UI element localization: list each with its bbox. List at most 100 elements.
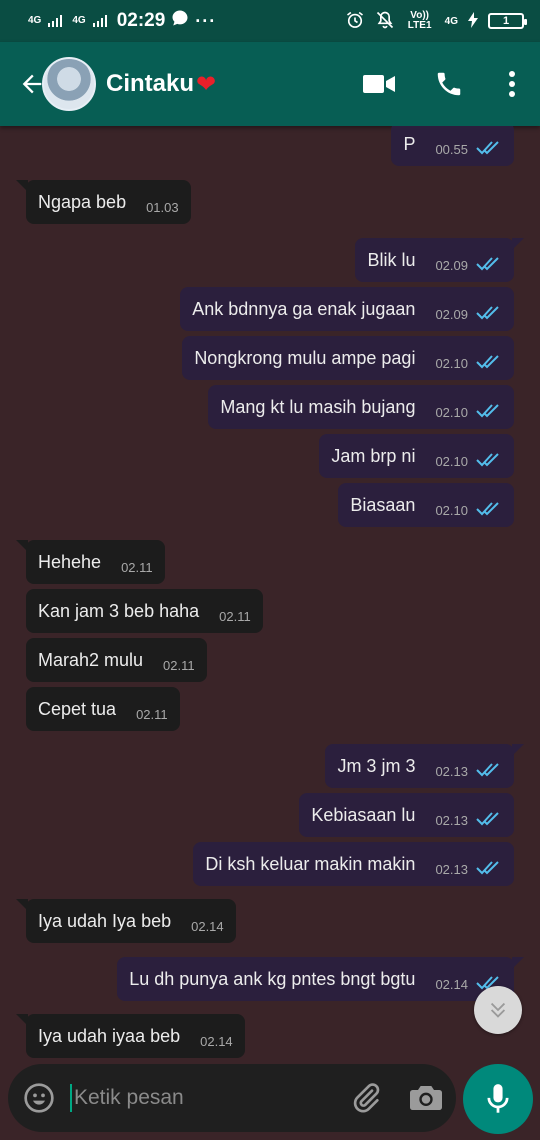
message-bubble-outgoing[interactable]: Biasaan 02.10 [338,483,514,527]
status-bar: 4G 4G 02:29 ··· Vo)) LTE1 4G 1 [0,0,540,42]
message-bubble-incoming[interactable]: Ngapa beb 01.03 [16,180,191,224]
camera-button[interactable] [396,1064,456,1132]
message-time: 02.09 [435,257,468,273]
read-ticks-icon [476,502,502,516]
message-input[interactable] [74,1086,314,1110]
message-bubble-outgoing[interactable]: Kebiasaan lu 02.13 [299,793,514,837]
status-time: 02:29 [116,10,166,31]
message-time: 02.10 [435,502,468,518]
read-ticks-icon [476,355,502,369]
read-ticks-icon [476,306,502,320]
message-bubble-outgoing[interactable]: Ank bdnnya ga enak jugaan 02.09 [180,287,514,331]
message-bubble-incoming[interactable]: Kan jam 3 beb haha 02.11 [26,589,263,633]
message-text: Marah2 mulu [38,649,144,670]
alarm-icon [345,10,365,33]
message-text: Mang kt lu masih bujang [220,396,416,417]
read-ticks-icon [476,861,502,875]
message-text: Nongkrong mulu ampe pagi [194,347,416,368]
video-camera-icon [363,75,395,93]
message-bubble-outgoing[interactable]: Jam brp ni 02.10 [319,434,514,478]
network-type-1: 4G [28,15,42,26]
contact-title[interactable]: Cintaku ❤ [106,70,216,99]
message-bubble-outgoing[interactable]: Jm 3 jm 3 02.13 [325,744,524,788]
phone-icon [437,72,461,96]
avatar[interactable] [42,57,96,111]
message-text: Kebiasaan lu [311,804,416,825]
message-text: Lu dh punya ank kg pntes bngt bgtu [129,968,416,989]
message-bubble-incoming[interactable]: Iya udah Iya beb 02.14 [16,899,236,943]
message-bubble-outgoing[interactable]: P 00.55 [391,126,514,166]
contact-name: Cintaku [106,70,195,97]
read-ticks-icon [476,763,502,777]
read-ticks-icon [476,812,502,826]
message-time: 02.14 [191,918,224,934]
message-text: Di ksh keluar makin makin [205,853,416,874]
message-text: P [403,133,416,154]
message-text: Jm 3 jm 3 [337,755,416,776]
message-text: Ank bdnnya ga enak jugaan [192,298,416,319]
chat-notification-icon [171,9,189,33]
message-time: 02.11 [121,559,153,575]
microphone-icon [487,1084,509,1113]
message-text: Iya udah iyaa beb [38,1025,181,1046]
charging-icon [468,11,478,31]
message-text: Iya udah Iya beb [38,910,172,931]
attach-button[interactable] [336,1064,396,1132]
message-time: 02.13 [435,861,468,877]
paperclip-icon [353,1083,380,1113]
message-time: 01.03 [146,199,179,215]
volte-indicator: Vo)) LTE1 [407,10,432,31]
message-bubble-outgoing[interactable]: Lu dh punya ank kg pntes bngt bgtu 02.14 [117,957,524,1001]
message-composer [8,1064,456,1132]
message-bubble-incoming[interactable]: Cepet tua 02.11 [26,687,180,731]
read-ticks-icon [476,453,502,467]
chat-header: Cintaku ❤ [0,42,540,126]
camera-icon [410,1086,442,1110]
message-bubble-outgoing[interactable]: Di ksh keluar makin makin 02.13 [193,842,514,886]
message-time: 02.13 [435,763,468,779]
double-chevron-down-icon [490,1002,506,1018]
message-time: 02.14 [435,976,468,992]
signal-icon [48,15,63,27]
emoji-button[interactable] [8,1064,70,1132]
message-text: Hehehe [38,551,102,572]
message-time: 02.10 [435,453,468,469]
message-list[interactable]: P 00.55 Ngapa beb 01.03 Blik lu 02.09 An… [0,126,540,1064]
voice-record-button[interactable] [463,1064,533,1134]
back-button[interactable] [0,42,46,126]
message-text: Kan jam 3 beb haha [38,600,200,621]
message-text: Cepet tua [38,698,117,719]
read-ticks-icon [476,257,502,271]
heart-emoji: ❤ [196,70,217,98]
message-time: 02.10 [435,404,468,420]
signal-icon-2 [92,15,107,27]
message-time: 02.11 [219,608,251,624]
message-time: 02.13 [435,812,468,828]
read-ticks-icon [476,404,502,418]
message-time: 02.14 [200,1033,233,1049]
emoji-icon [24,1083,54,1113]
message-time: 02.10 [435,355,468,371]
message-bubble-incoming[interactable]: Hehehe 02.11 [16,540,165,584]
network-4g-indicator: 4G [444,15,458,27]
message-text: Blik lu [367,249,416,270]
message-text: Ngapa beb [38,191,127,212]
network-type-2: 4G [72,15,86,26]
scroll-to-bottom-button[interactable] [474,986,522,1034]
mute-icon [375,10,395,33]
voice-call-button[interactable] [414,42,484,126]
message-bubble-outgoing[interactable]: Nongkrong mulu ampe pagi 02.10 [182,336,514,380]
battery-icon: 1 [488,13,527,29]
message-time: 02.11 [163,657,195,673]
message-bubble-incoming[interactable]: Iya udah iyaa beb 02.14 [16,1014,245,1058]
video-call-button[interactable] [344,42,414,126]
more-options-button[interactable] [484,42,540,126]
kebab-menu-icon [509,71,515,97]
message-time: 00.55 [435,141,468,157]
message-bubble-outgoing[interactable]: Mang kt lu masih bujang 02.10 [208,385,514,429]
message-text: Biasaan [350,494,416,515]
message-bubble-outgoing[interactable]: Blik lu 02.09 [355,238,524,282]
message-time: 02.11 [136,706,168,722]
message-bubble-incoming[interactable]: Marah2 mulu 02.11 [26,638,207,682]
more-notifications-icon: ··· [195,10,217,31]
